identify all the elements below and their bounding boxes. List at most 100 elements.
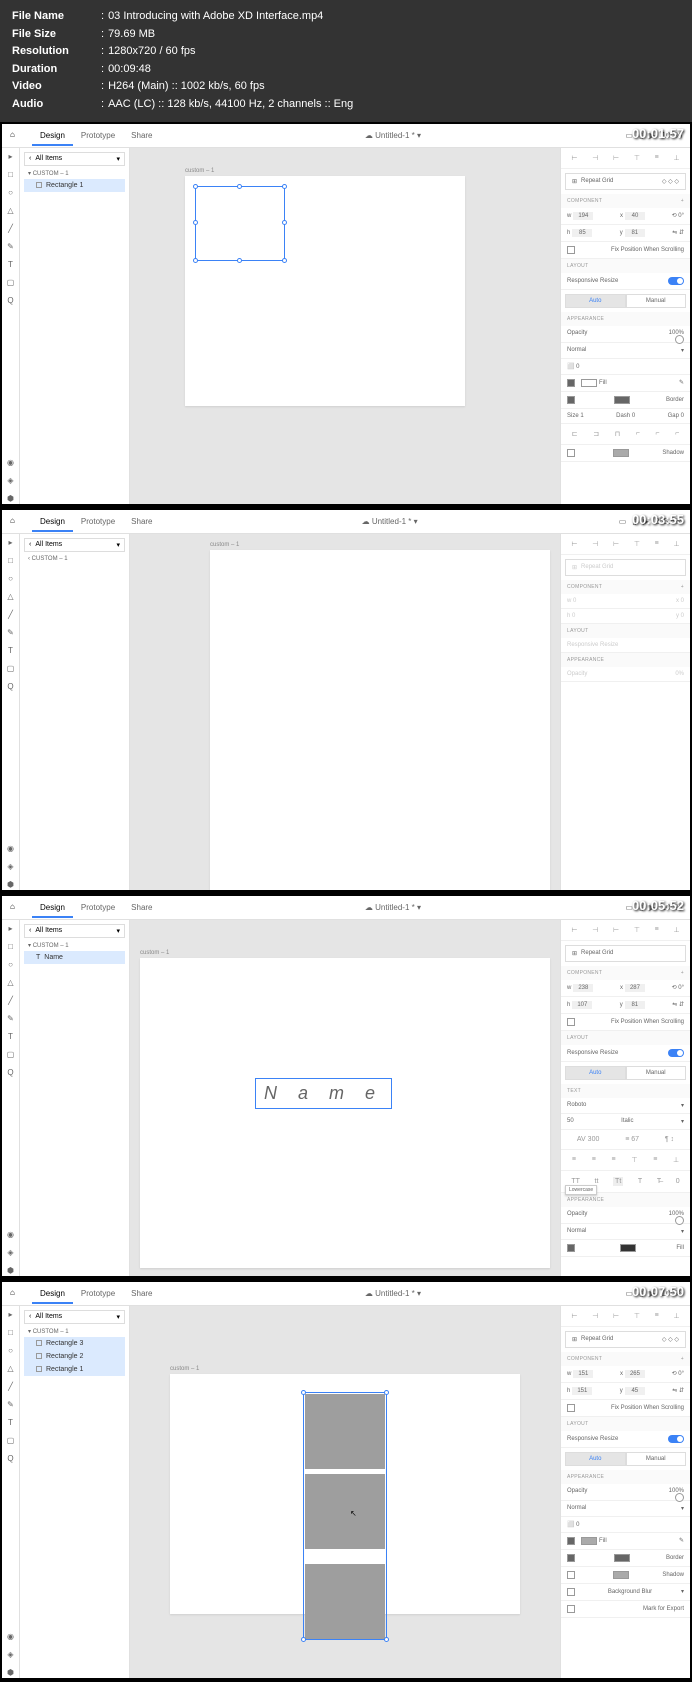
layer-group[interactable]: ▾ CUSTOM – 1	[24, 940, 125, 951]
pen-tool[interactable]: ✎	[6, 242, 16, 252]
line-tool[interactable]: ╱	[6, 224, 16, 234]
text-transform-row[interactable]: TTttTtTT̶0 Lowercase	[561, 1171, 690, 1193]
align-icon[interactable]: ⊣	[592, 926, 598, 934]
resize-handle[interactable]	[193, 258, 198, 263]
flip-icon[interactable]: ⇋ ⇵	[672, 1001, 684, 1008]
border-style-row[interactable]: ⊏⊐⊓⌐⌐⌐	[561, 424, 690, 445]
plugins-icon[interactable]: ⬢	[6, 1668, 16, 1678]
width-input[interactable]: 151	[573, 1370, 593, 1378]
selected-rectangle[interactable]	[195, 186, 285, 261]
canvas[interactable]: custom – 1	[130, 148, 560, 504]
align-left-icon[interactable]: ⊢	[571, 154, 577, 162]
bg-blur-row[interactable]: Background Blur▾	[561, 1584, 690, 1601]
fix-scroll-row[interactable]: Fix Position When Scrolling	[561, 242, 690, 259]
resize-handle[interactable]	[282, 184, 287, 189]
fill-row[interactable]: Fill	[561, 1240, 690, 1257]
align-icon[interactable]: ⊢	[571, 1312, 577, 1320]
line-tool[interactable]: ╱	[6, 1382, 16, 1392]
assets-icon[interactable]: ◉	[6, 1632, 16, 1642]
layers-icon[interactable]: ◈	[6, 1248, 16, 1258]
home-icon[interactable]: ⌂	[10, 902, 20, 912]
resize-handle[interactable]	[384, 1390, 389, 1395]
pen-tool[interactable]: ✎	[6, 1014, 16, 1024]
text-element[interactable]: N a m e	[255, 1078, 392, 1109]
desktop-icon[interactable]: ▭	[619, 517, 627, 526]
layers-dropdown[interactable]: ‹All Items▾	[24, 152, 125, 166]
y-input[interactable]: 45	[625, 1387, 645, 1395]
resize-handle[interactable]	[282, 220, 287, 225]
align-icon[interactable]: ⊥	[673, 926, 679, 934]
height-input[interactable]: 107	[572, 1001, 592, 1009]
artboard-tool[interactable]: ▢	[6, 1436, 16, 1446]
auto-manual-tabs[interactable]: AutoManual	[565, 1452, 686, 1466]
home-icon[interactable]: ⌂	[10, 130, 20, 140]
resize-handle[interactable]	[237, 184, 242, 189]
align-top-icon[interactable]: ⊤	[634, 154, 640, 162]
fix-scroll-row[interactable]: Fix Position When Scrolling	[561, 1014, 690, 1031]
repeat-grid-button[interactable]: ⊞ Repeat Grid◇ ◇ ◇	[565, 1331, 686, 1348]
responsive-toggle[interactable]	[668, 1049, 684, 1057]
tab-share[interactable]: Share	[123, 897, 160, 918]
align-right-icon[interactable]: ⊢	[613, 154, 619, 162]
canvas[interactable]: custom – 1	[130, 534, 560, 890]
canvas[interactable]: custom – 1 N a m e	[130, 920, 560, 1276]
flip-icon[interactable]: ⇋ ⇵	[672, 229, 684, 236]
x-input[interactable]: 287	[625, 984, 645, 992]
plugins-icon[interactable]: ⬢	[6, 880, 16, 890]
align-icon[interactable]: ⊣	[592, 1312, 598, 1320]
tab-design[interactable]: Design	[32, 897, 73, 918]
home-icon[interactable]: ⌂	[10, 1288, 20, 1298]
x-input[interactable]: 40	[625, 212, 645, 220]
shadow-row[interactable]: Shadow	[561, 1567, 690, 1584]
resize-handle[interactable]	[193, 220, 198, 225]
ellipse-tool[interactable]: ○	[6, 574, 16, 584]
rotate-icon[interactable]: ⟲ 0°	[672, 212, 684, 219]
blend-mode-row[interactable]: Normal▾	[561, 1501, 690, 1517]
rectangle-tool[interactable]: □	[6, 556, 16, 566]
plugins-icon[interactable]: ⬢	[6, 1266, 16, 1276]
align-icon[interactable]: ⊢	[613, 926, 619, 934]
rectangle-tool[interactable]: □	[6, 170, 16, 180]
fill-row[interactable]: Fill✎	[561, 375, 690, 392]
tab-prototype[interactable]: Prototype	[73, 897, 123, 918]
tab-share[interactable]: Share	[123, 1283, 160, 1304]
align-middle-icon[interactable]: ≡	[655, 154, 659, 161]
artboard-tool[interactable]: ▢	[6, 664, 16, 674]
rectangle-tool[interactable]: □	[6, 942, 16, 952]
layers-dropdown[interactable]: ‹All Items▾	[24, 1310, 125, 1324]
text-tool[interactable]: T	[6, 646, 16, 656]
tab-design[interactable]: Design	[32, 511, 73, 532]
ellipse-tool[interactable]: ○	[6, 1346, 16, 1356]
text-tool[interactable]: T	[6, 260, 16, 270]
corner-radius-row[interactable]: ⬜ 0	[561, 359, 690, 375]
pen-tool[interactable]: ✎	[6, 628, 16, 638]
repeat-grid-button[interactable]: ⊞ Repeat Grid◇ ◇ ◇	[565, 173, 686, 190]
artboard-label[interactable]: custom – 1	[210, 542, 239, 548]
artboard-label[interactable]: custom – 1	[185, 168, 214, 174]
fix-scroll-row[interactable]: Fix Position When Scrolling	[561, 1400, 690, 1417]
tab-share[interactable]: Share	[123, 511, 160, 532]
align-icon[interactable]: ⊤	[634, 926, 640, 934]
y-input[interactable]: 81	[625, 1001, 645, 1009]
zoom-tool[interactable]: Q	[6, 1454, 16, 1464]
blend-mode-row[interactable]: Normal▾	[561, 1224, 690, 1240]
text-tool[interactable]: T	[6, 1032, 16, 1042]
rotate-icon[interactable]: ⟲ 0°	[672, 984, 684, 991]
layer-item-name[interactable]: TName	[24, 951, 125, 964]
assets-icon[interactable]: ◉	[6, 1230, 16, 1240]
zoom-tool[interactable]: Q	[6, 296, 16, 306]
selection-outline[interactable]	[303, 1392, 387, 1640]
ellipse-tool[interactable]: ○	[6, 960, 16, 970]
polygon-tool[interactable]: △	[6, 206, 16, 216]
fill-row[interactable]: Fill✎	[561, 1533, 690, 1550]
zoom-tool[interactable]: Q	[6, 1068, 16, 1078]
font-size-row[interactable]: 50Italic▾	[561, 1114, 690, 1130]
align-bottom-icon[interactable]: ⊥	[673, 154, 679, 162]
layer-group[interactable]: ▾ CUSTOM – 1	[24, 1326, 125, 1337]
layer-group[interactable]: ‹ CUSTOM – 1	[24, 554, 125, 564]
align-icon[interactable]: ⊤	[634, 1312, 640, 1320]
resize-handle[interactable]	[282, 258, 287, 263]
select-tool[interactable]: ▸	[6, 1310, 16, 1320]
select-tool[interactable]: ▸	[6, 924, 16, 934]
y-input[interactable]: 81	[625, 229, 645, 237]
